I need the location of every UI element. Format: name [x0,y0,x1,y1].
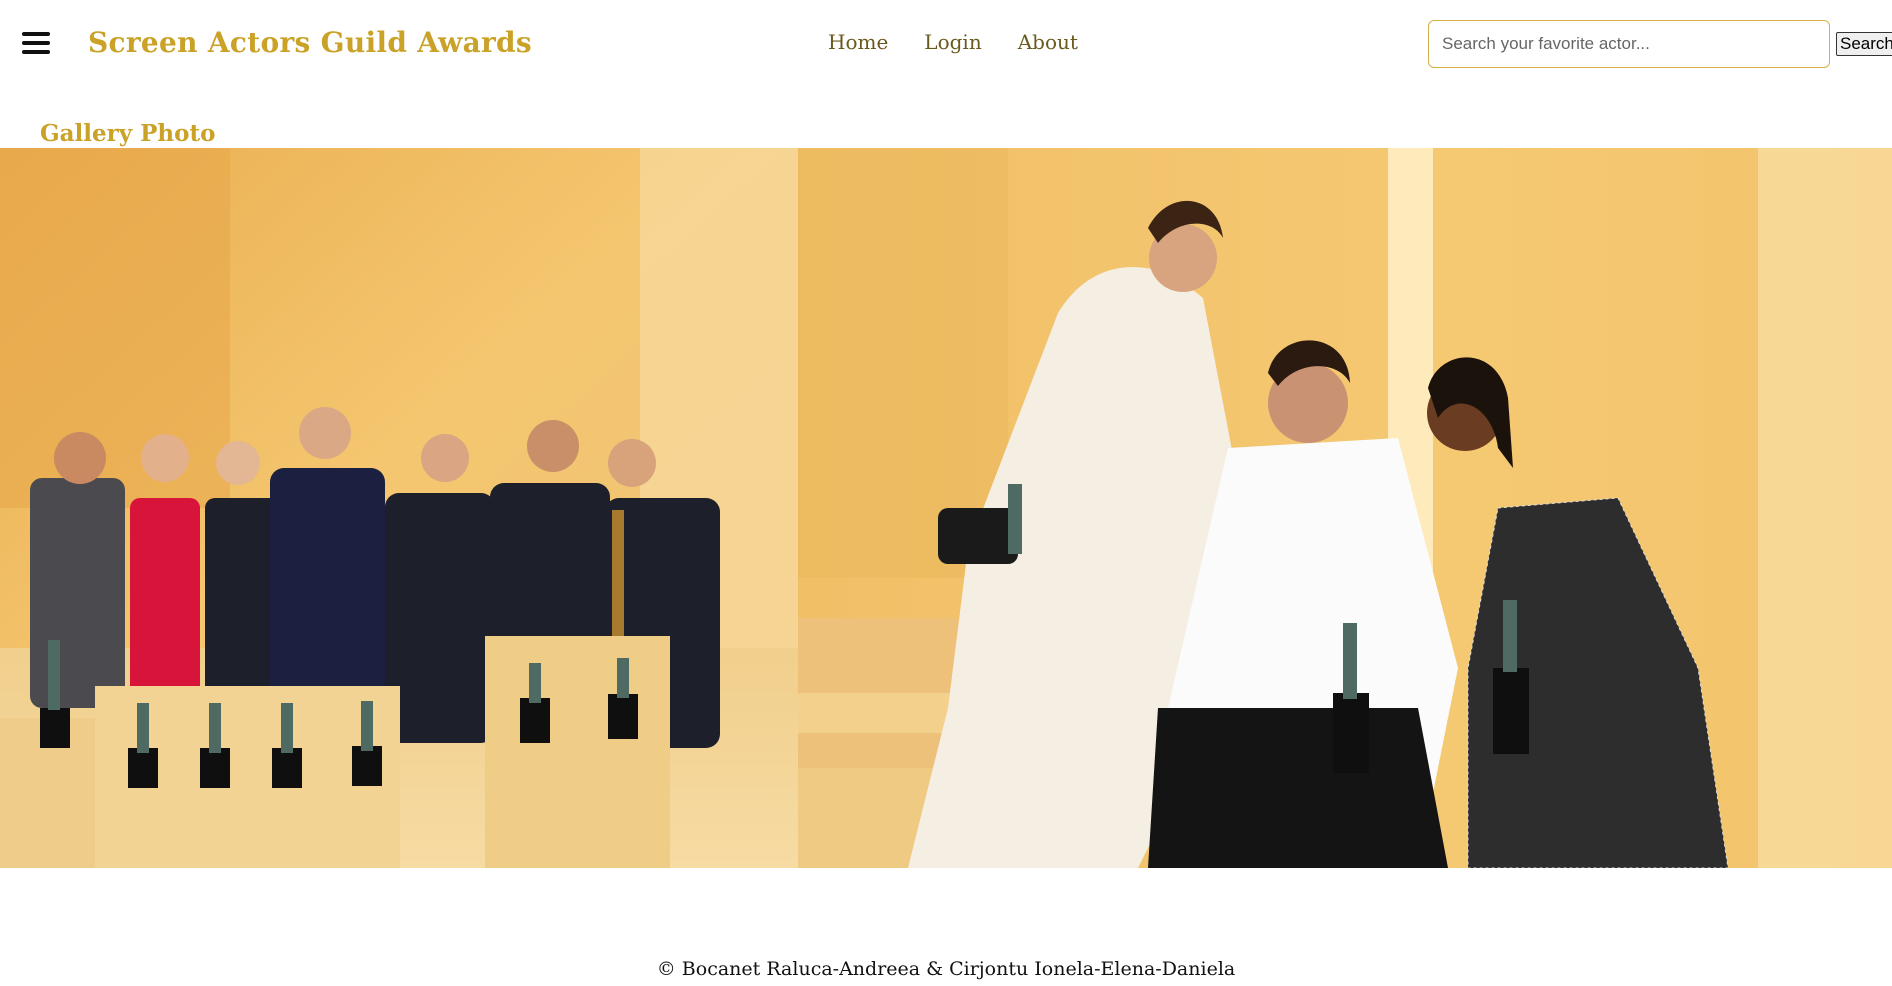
footer-copyright: © Bocanet Raluca-Andreea & Cirjontu Ione… [656,958,1236,980]
nav-about-link[interactable]: About [1018,30,1078,54]
nav-login-link[interactable]: Login [924,30,981,54]
site-title[interactable]: Screen Actors Guild Awards [88,26,532,59]
site-header: Screen Actors Guild Awards Home Login Ab… [0,0,1892,88]
gallery-title: Gallery Photo [40,120,216,147]
search-input[interactable] [1428,20,1830,68]
gallery-photo-group[interactable] [0,148,798,868]
gallery-photo-trio[interactable] [798,148,1892,868]
search-bar: Search [1428,20,1892,68]
hamburger-menu-icon[interactable] [22,32,52,56]
main-nav: Home Login About [828,30,1078,54]
nav-home-link[interactable]: Home [828,30,888,54]
photo-gallery [0,148,1892,868]
search-button[interactable]: Search [1836,32,1892,56]
